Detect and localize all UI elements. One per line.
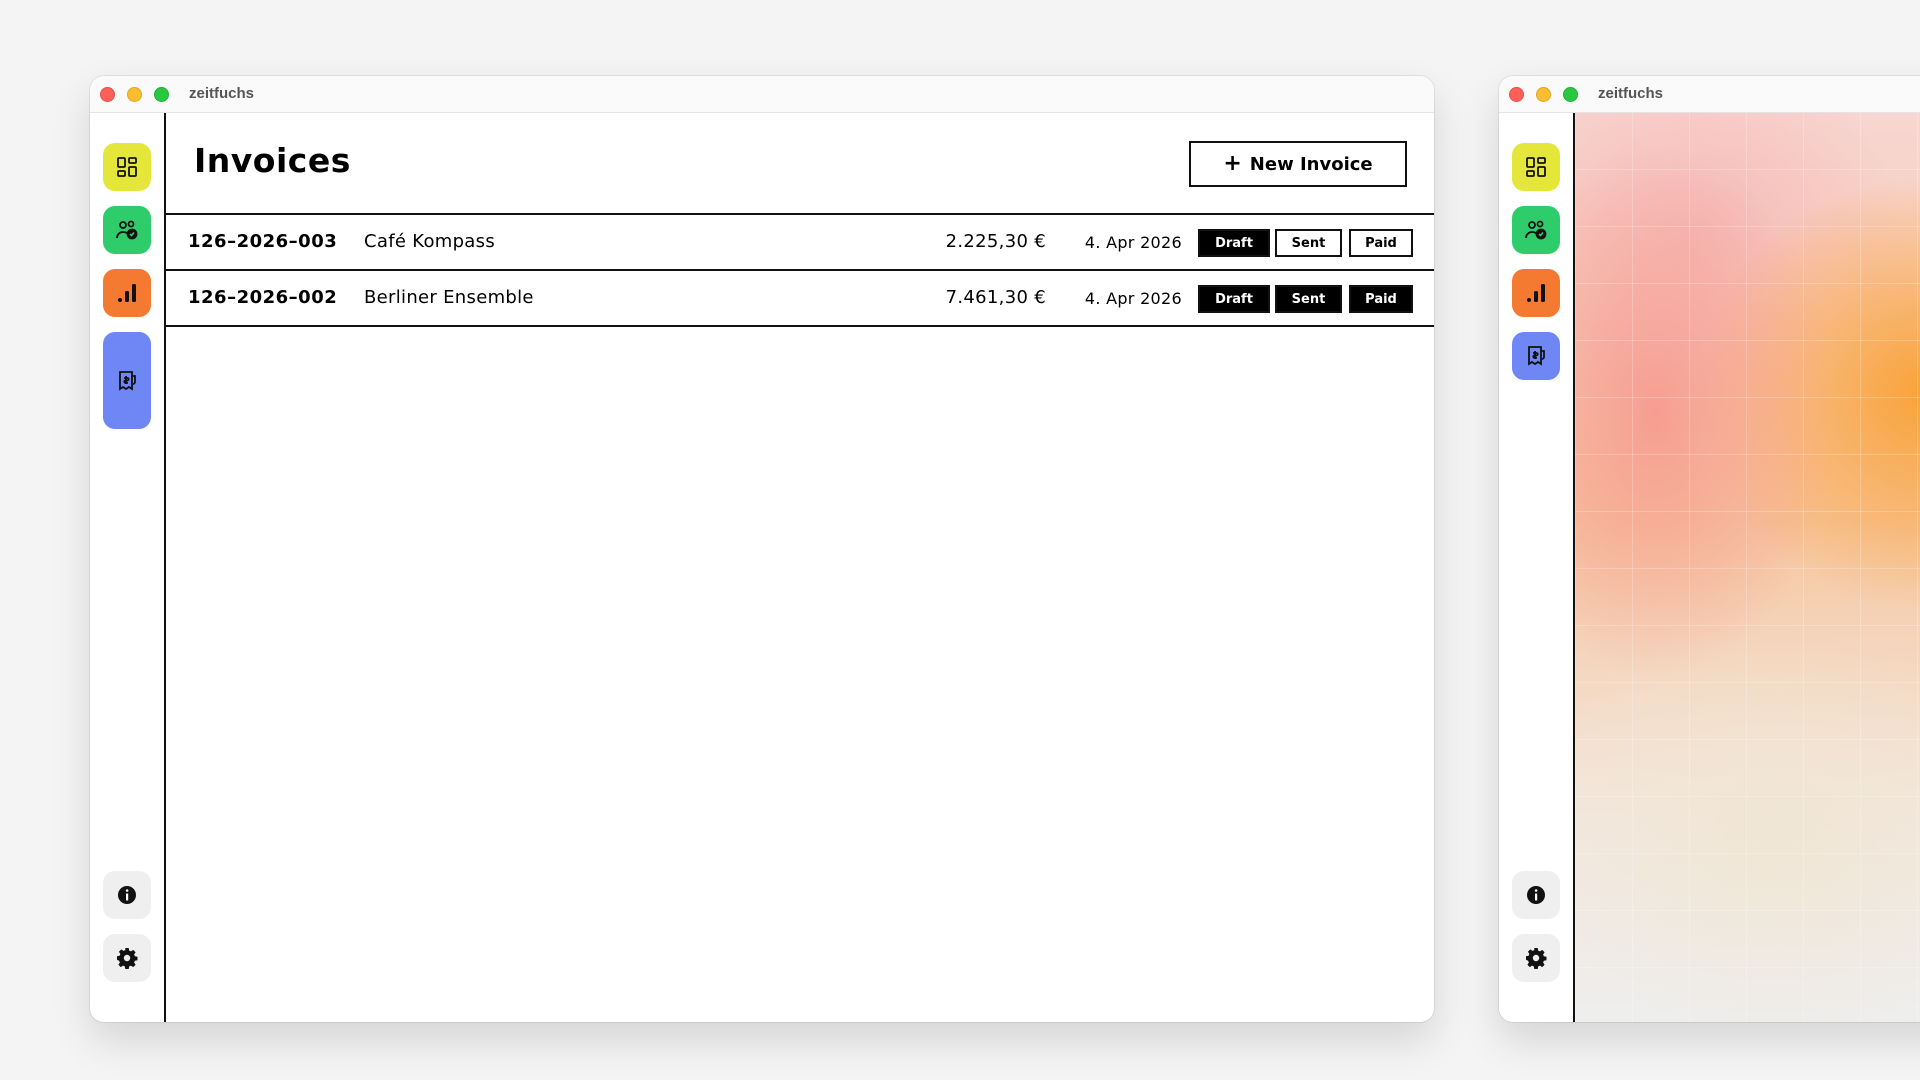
status-sent-button[interactable]: Sent bbox=[1275, 229, 1342, 257]
status-draft-button[interactable]: Draft bbox=[1198, 285, 1270, 313]
info-button[interactable] bbox=[103, 871, 151, 919]
sidebar-item-dashboard[interactable] bbox=[1512, 143, 1560, 191]
minimize-window-button[interactable] bbox=[1536, 87, 1551, 102]
minimize-window-button[interactable] bbox=[127, 87, 142, 102]
sidebar-item-clients[interactable] bbox=[1512, 206, 1560, 254]
invoice-list: 126–2026–003 Café Kompass 2.225,30 € 4. … bbox=[166, 213, 1434, 327]
sidebar-item-clients[interactable] bbox=[103, 206, 151, 254]
page-title: Invoices bbox=[194, 141, 351, 180]
gradient-background bbox=[1575, 113, 1920, 1022]
status-paid-button[interactable]: Paid bbox=[1349, 229, 1413, 257]
gear-icon bbox=[1526, 948, 1547, 969]
new-invoice-label: New Invoice bbox=[1249, 153, 1373, 175]
new-invoice-button[interactable]: + New Invoice bbox=[1189, 141, 1407, 187]
settings-button[interactable] bbox=[1512, 934, 1560, 982]
settings-button[interactable] bbox=[103, 934, 151, 982]
main-window: zeitfuchs Invoices + New Invoice 126–202… bbox=[90, 76, 1434, 1022]
invoice-client: Café Kompass bbox=[364, 231, 495, 252]
invoices-icon bbox=[119, 370, 136, 391]
invoice-date: 4. Apr 2026 bbox=[1084, 233, 1182, 252]
sidebar-item-stats[interactable] bbox=[1512, 269, 1560, 317]
sidebar-item-dashboard[interactable] bbox=[103, 143, 151, 191]
invoice-number: 126–2026–003 bbox=[188, 231, 338, 252]
info-icon bbox=[118, 886, 136, 904]
clients-icon bbox=[1525, 220, 1547, 240]
sidebar bbox=[1499, 113, 1575, 1022]
info-icon bbox=[1527, 886, 1545, 904]
sidebar-item-stats[interactable] bbox=[103, 269, 151, 317]
window-title: zeitfuchs bbox=[1598, 85, 1664, 102]
invoices-icon bbox=[1528, 346, 1545, 366]
invoice-row[interactable]: 126–2026–003 Café Kompass 2.225,30 € 4. … bbox=[166, 215, 1434, 271]
zoom-window-button[interactable] bbox=[1563, 87, 1578, 102]
dashboard-icon bbox=[1526, 157, 1546, 177]
invoice-number: 126–2026–002 bbox=[188, 287, 338, 308]
clients-icon bbox=[116, 220, 138, 240]
gear-icon bbox=[117, 948, 138, 969]
stats-icon bbox=[1527, 284, 1545, 302]
title-bar[interactable]: zeitfuchs bbox=[1499, 76, 1920, 113]
invoice-amount: 2.225,30 € bbox=[945, 231, 1046, 252]
second-window: zeitfuchs bbox=[1499, 76, 1920, 1022]
zoom-window-button[interactable] bbox=[154, 87, 169, 102]
invoice-amount: 7.461,30 € bbox=[945, 287, 1046, 308]
invoices-page: Invoices + New Invoice 126–2026–003 Café… bbox=[166, 113, 1434, 1022]
status-paid-button[interactable]: Paid bbox=[1349, 285, 1413, 313]
status-sent-button[interactable]: Sent bbox=[1275, 285, 1342, 313]
close-window-button[interactable] bbox=[1509, 87, 1524, 102]
sidebar bbox=[90, 113, 166, 1022]
info-button[interactable] bbox=[1512, 871, 1560, 919]
invoice-date: 4. Apr 2026 bbox=[1084, 289, 1182, 308]
invoice-client: Berliner Ensemble bbox=[364, 287, 534, 308]
sidebar-item-invoices[interactable] bbox=[103, 332, 151, 429]
invoice-row[interactable]: 126–2026–002 Berliner Ensemble 7.461,30 … bbox=[166, 271, 1434, 327]
status-draft-button[interactable]: Draft bbox=[1198, 229, 1270, 257]
close-window-button[interactable] bbox=[100, 87, 115, 102]
title-bar[interactable]: zeitfuchs bbox=[90, 76, 1434, 113]
stats-icon bbox=[118, 284, 136, 302]
window-title: zeitfuchs bbox=[189, 85, 255, 102]
dashboard-icon bbox=[117, 157, 137, 177]
plus-icon: + bbox=[1223, 151, 1242, 176]
sidebar-item-invoices[interactable] bbox=[1512, 332, 1560, 380]
